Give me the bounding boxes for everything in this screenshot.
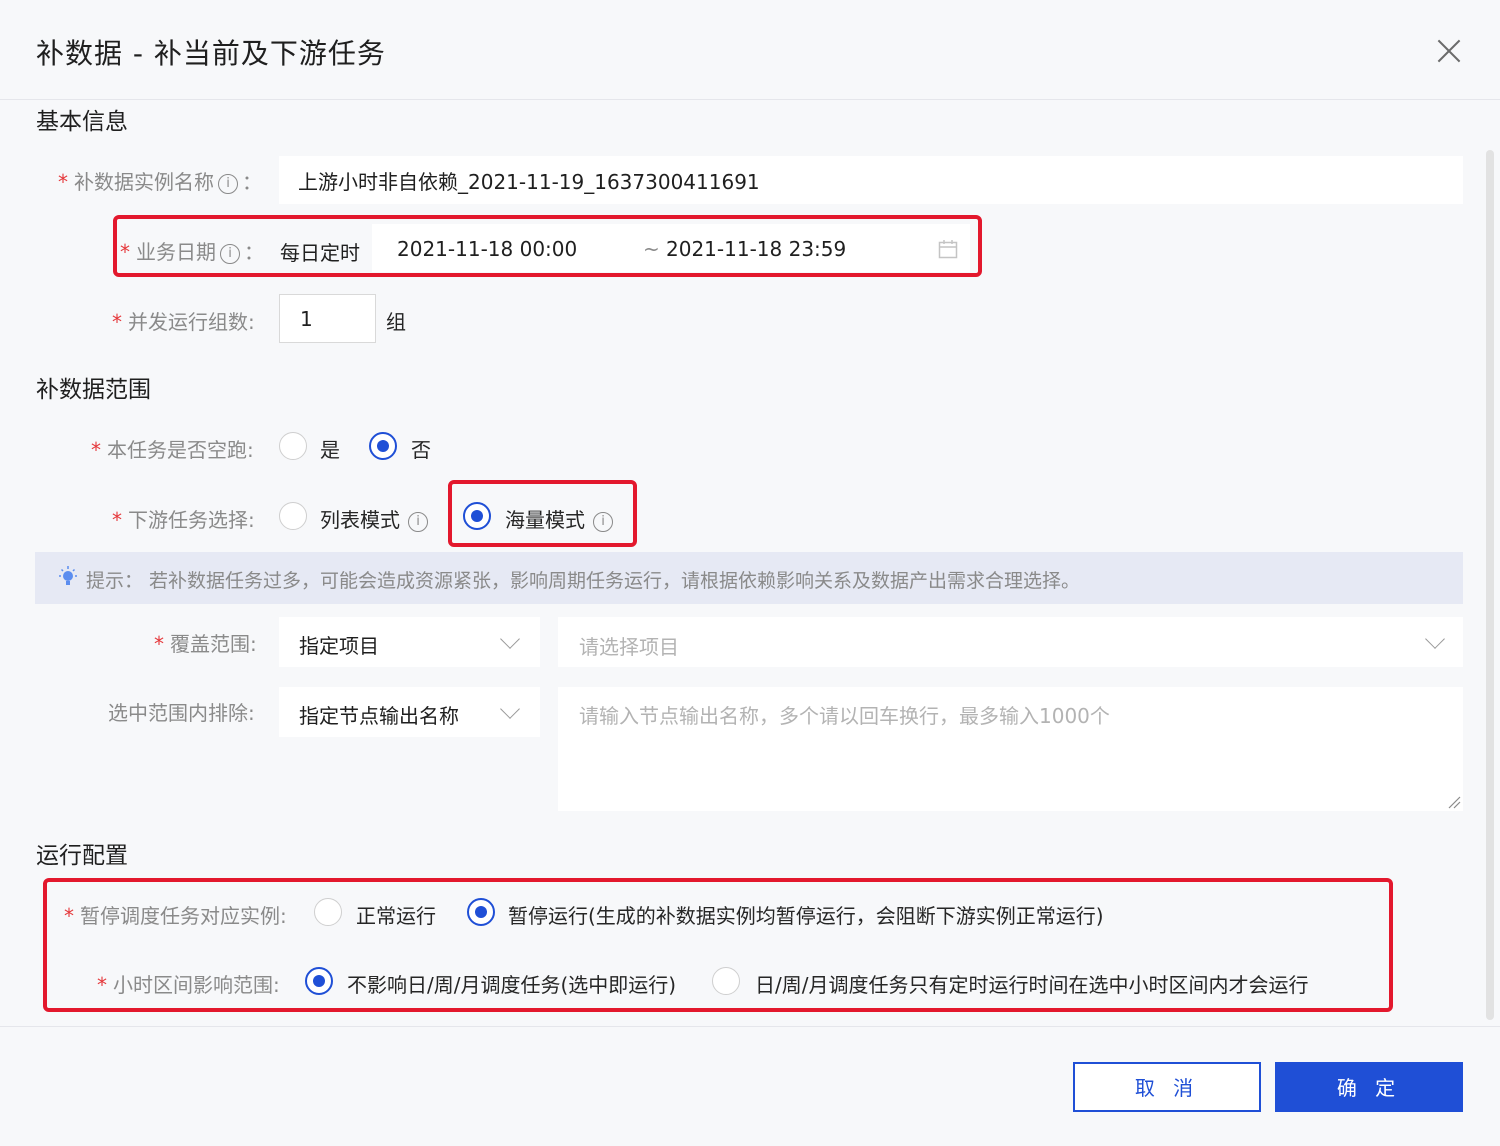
dialog-header: 补数据 - 补当前及下游任务 (0, 0, 1500, 100)
close-icon[interactable] (1432, 34, 1466, 68)
dry-run-no-radio[interactable] (369, 432, 397, 460)
hour-opt2-label[interactable]: 日/周/月调度任务只有定时运行时间在选中小时区间内才会运行 (755, 969, 1308, 998)
exclude-placeholder: 请输入节点输出名称，多个请以回车换行，最多输入1000个 (579, 704, 1110, 728)
mode-mass-label[interactable]: 海量模式 i (505, 504, 617, 533)
concurrency-unit: 组 (386, 310, 406, 334)
confirm-button[interactable]: 确 定 (1275, 1062, 1463, 1112)
resize-handle-icon[interactable] (1447, 795, 1461, 809)
chevron-down-icon (500, 629, 520, 649)
chevron-down-icon (1425, 629, 1445, 649)
pause-paused-label[interactable]: 暂停运行(生成的补数据实例均暂停运行，会阻断下游实例正常运行) (508, 900, 1104, 929)
exclude-textarea[interactable]: 请输入节点输出名称，多个请以回车换行，最多输入1000个 (558, 687, 1463, 811)
concurrency-label: * 并发运行组数: (112, 310, 255, 334)
instance-name-field[interactable] (279, 156, 1463, 204)
project-placeholder: 请选择项目 (579, 635, 679, 659)
schedule-type: 每日定时 (280, 241, 360, 265)
mode-mass-radio[interactable] (463, 502, 491, 530)
date-range-picker[interactable]: 2021-11-18 00:00 ~ 2021-11-18 23:59 (372, 224, 970, 272)
dialog-title: 补数据 - 补当前及下游任务 (36, 37, 386, 70)
pause-normal-radio[interactable] (314, 898, 342, 926)
project-select[interactable]: 请选择项目 (558, 617, 1463, 667)
mode-list-radio[interactable] (279, 502, 307, 530)
instance-name-label: * 补数据实例名称 i： (58, 170, 262, 194)
exclude-select[interactable]: 指定节点输出名称 (279, 687, 540, 737)
date-start[interactable]: 2021-11-18 00:00 (397, 237, 577, 261)
info-icon[interactable]: i (218, 174, 238, 194)
chevron-down-icon (500, 699, 520, 719)
dry-run-label: * 本任务是否空跑: (91, 438, 254, 462)
pause-paused-radio[interactable] (467, 898, 495, 926)
info-icon[interactable]: i (408, 512, 428, 532)
coverage-select[interactable]: 指定项目 (279, 617, 540, 667)
date-separator: ~ (643, 237, 660, 261)
dry-run-yes-label[interactable]: 是 (320, 434, 340, 463)
bulb-icon (59, 566, 77, 585)
pause-label: * 暂停调度任务对应实例: (64, 904, 287, 928)
downstream-label: * 下游任务选择: (112, 508, 255, 532)
cancel-button[interactable]: 取 消 (1073, 1062, 1261, 1112)
dry-run-yes-radio[interactable] (279, 432, 307, 460)
concurrency-input[interactable] (280, 295, 375, 342)
info-icon[interactable]: i (593, 512, 613, 532)
coverage-label: * 覆盖范围: (154, 632, 257, 656)
section-title-scope: 补数据范围 (36, 377, 151, 403)
date-end[interactable]: 2021-11-18 23:59 (666, 237, 846, 261)
dry-run-no-label[interactable]: 否 (411, 434, 431, 463)
pause-normal-label[interactable]: 正常运行 (356, 900, 436, 929)
mode-list-label[interactable]: 列表模式 i (320, 504, 432, 533)
schedule-type-box: 每日定时 (279, 224, 371, 272)
hour-opt1-label[interactable]: 不影响日/周/月调度任务(选中即运行) (347, 969, 676, 998)
instance-name-input[interactable] (280, 157, 1462, 203)
info-icon[interactable]: i (220, 244, 240, 264)
exclude-value: 指定节点输出名称 (299, 704, 459, 728)
section-title-basic: 基本信息 (36, 109, 128, 135)
hour-label: * 小时区间影响范围: (97, 973, 280, 997)
coverage-value: 指定项目 (299, 634, 379, 658)
hour-opt2-radio[interactable] (712, 967, 740, 995)
tip-text: 提示： 若补数据任务过多，可能会造成资源紧张，影响周期任务运行，请根据依赖影响关… (86, 570, 1081, 592)
scrollbar[interactable] (1486, 150, 1494, 1020)
calendar-icon[interactable] (938, 239, 958, 259)
hour-opt1-radio[interactable] (305, 967, 333, 995)
concurrency-field[interactable] (279, 294, 376, 343)
exclude-label: 选中范围内排除: (108, 701, 255, 725)
biz-date-label: * 业务日期 i： (120, 240, 264, 264)
section-title-run: 运行配置 (36, 843, 128, 869)
